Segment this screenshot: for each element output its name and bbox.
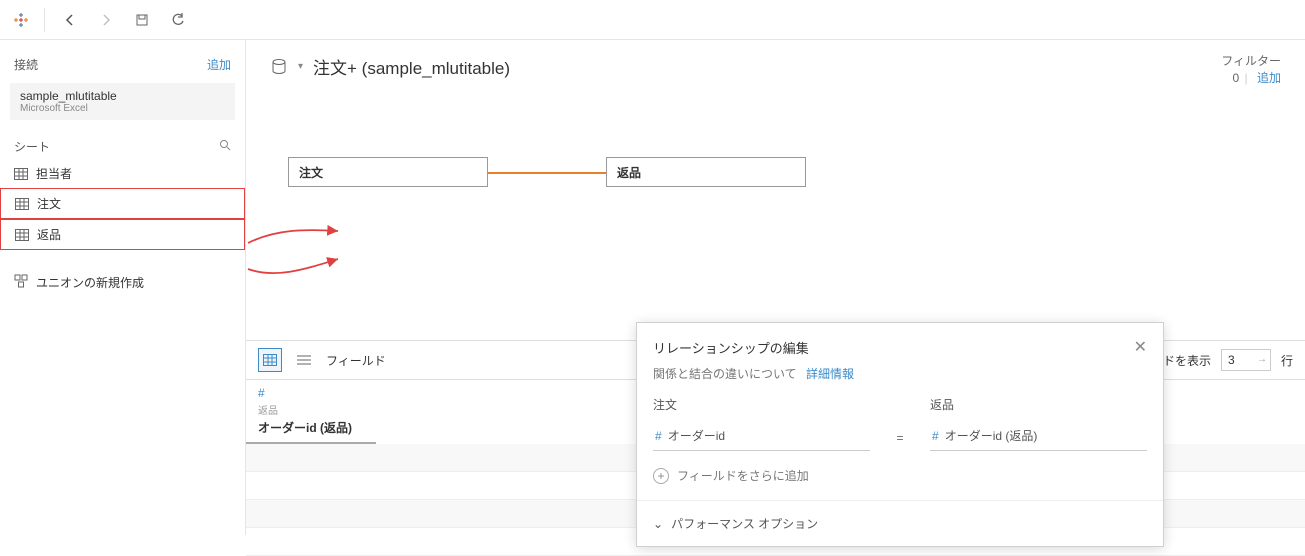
top-toolbar xyxy=(0,0,1305,40)
sheets-label: シート xyxy=(14,138,50,155)
table-icon xyxy=(14,168,28,180)
column-name: オーダーid (返品) xyxy=(258,419,364,436)
connection-item[interactable]: sample_mlutitable Microsoft Excel xyxy=(10,83,235,120)
right-table-label: 返品 xyxy=(930,396,1147,413)
datasource-icon xyxy=(270,58,288,76)
left-table-label: 注文 xyxy=(653,396,870,413)
search-icon[interactable] xyxy=(219,139,231,154)
left-sidebar: 接続 追加 sample_mlutitable Microsoft Excel … xyxy=(0,40,246,535)
canvas-table-right[interactable]: 返品 xyxy=(606,157,806,187)
more-info-link[interactable]: 詳細情報 xyxy=(806,367,854,381)
table-label: 返品 xyxy=(617,164,641,181)
number-type-icon: # xyxy=(932,429,939,443)
field-name: オーダーid xyxy=(668,427,725,444)
number-type-icon: # xyxy=(655,429,662,443)
sheet-name: 返品 xyxy=(37,226,61,243)
back-button[interactable] xyxy=(59,9,81,31)
column-header[interactable]: # 返品 オーダーid (返品) xyxy=(246,380,376,444)
rows-label: 行 xyxy=(1281,352,1293,369)
subtitle-text: 関係と結合の違いについて xyxy=(653,367,797,381)
tableau-logo-icon xyxy=(12,11,30,29)
table-label: 注文 xyxy=(299,164,323,181)
number-type-icon: # xyxy=(258,386,364,400)
left-field-select[interactable]: # オーダーid xyxy=(653,421,870,451)
sheet-name: 注文 xyxy=(37,195,61,212)
connection-name: sample_mlutitable xyxy=(20,89,225,103)
refresh-button[interactable] xyxy=(167,9,189,31)
rows-value: 3 xyxy=(1228,353,1235,367)
relationship-canvas[interactable]: 注文 返品 xyxy=(246,79,1305,299)
fields-label: フィールド xyxy=(326,352,386,369)
save-button[interactable] xyxy=(131,9,153,31)
grid-view-button[interactable] xyxy=(258,348,282,372)
union-label: ユニオンの新規作成 xyxy=(36,274,144,291)
rows-input[interactable]: 3 xyxy=(1221,349,1271,371)
table-icon xyxy=(15,198,29,210)
datasource-title[interactable]: 注文+ (sample_mlutitable) xyxy=(313,54,510,79)
new-union-button[interactable]: ユニオンの新規作成 xyxy=(0,264,245,301)
dialog-subtitle: 関係と結合の違いについて 詳細情報 xyxy=(637,361,1163,396)
add-field-pair-button[interactable]: + フィールドをさらに追加 xyxy=(637,451,1163,500)
perf-label: パフォーマンス オプション xyxy=(671,515,818,532)
forward-button[interactable] xyxy=(95,9,117,31)
add-field-label: フィールドをさらに追加 xyxy=(677,467,809,484)
content-area: ▾ 注文+ (sample_mlutitable) フィルター 0 | 追加 注… xyxy=(246,40,1305,535)
sheets-header: シート xyxy=(0,124,245,159)
union-icon xyxy=(14,274,28,291)
list-view-button[interactable] xyxy=(292,348,316,372)
datasource-header: ▾ 注文+ (sample_mlutitable) xyxy=(246,40,1305,79)
right-field-select[interactable]: # オーダーid (返品) xyxy=(930,421,1147,451)
sheet-item[interactable]: 返品 xyxy=(0,219,245,250)
connections-label: 接続 xyxy=(14,56,38,73)
performance-options-toggle[interactable]: ⌄ パフォーマンス オプション xyxy=(637,500,1163,546)
filters-label: フィルター xyxy=(1221,52,1281,69)
column-source: 返品 xyxy=(258,402,364,417)
toolbar-separator xyxy=(44,8,45,32)
annotation-arrows xyxy=(246,219,586,339)
chevron-down-icon: ⌄ xyxy=(653,517,663,531)
sheet-item[interactable]: 注文 xyxy=(0,188,245,219)
relationship-line[interactable] xyxy=(488,172,606,174)
canvas-table-left[interactable]: 注文 xyxy=(288,157,488,187)
connection-type: Microsoft Excel xyxy=(20,103,225,114)
plus-circle-icon: + xyxy=(653,468,669,484)
field-name: オーダーid (返品) xyxy=(945,427,1038,444)
add-connection-link[interactable]: 追加 xyxy=(207,56,231,73)
sheet-name: 担当者 xyxy=(36,165,72,182)
equals-operator[interactable]: = xyxy=(890,431,910,451)
table-icon xyxy=(15,229,29,241)
chevron-icon[interactable]: ▾ xyxy=(298,61,303,72)
sheet-item[interactable]: 担当者 xyxy=(0,159,245,188)
edit-relationship-dialog: リレーションシップの編集 ✕ 関係と結合の違いについて 詳細情報 注文 # オー… xyxy=(636,322,1164,547)
connections-header: 接続 追加 xyxy=(0,50,245,79)
dialog-title: リレーションシップの編集 xyxy=(653,338,809,357)
close-icon[interactable]: ✕ xyxy=(1134,337,1147,357)
